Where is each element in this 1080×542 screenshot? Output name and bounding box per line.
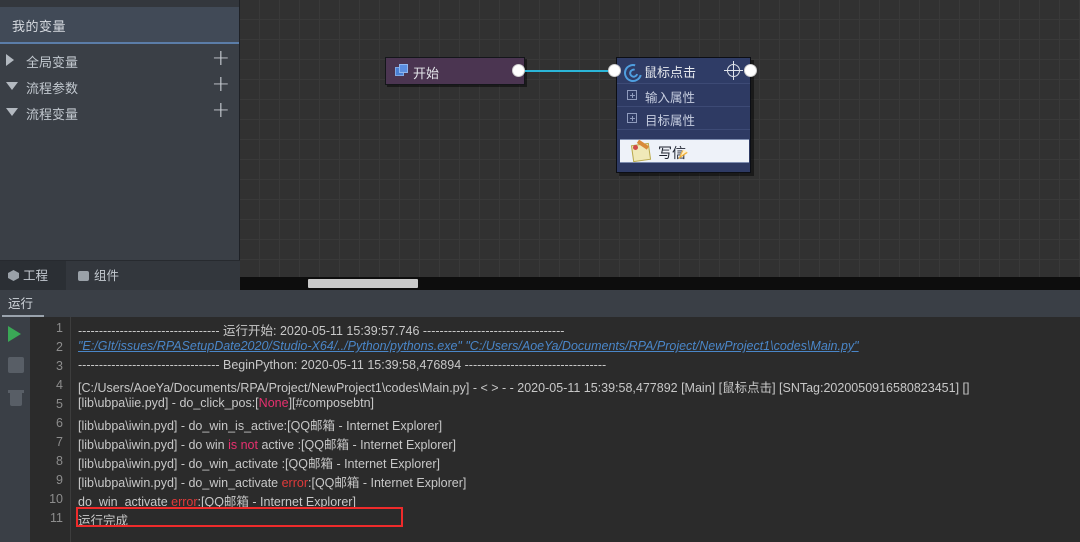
log-line-text: ---------------------------------- 运行开始:… xyxy=(78,324,565,338)
tree-row-global-variables[interactable]: 全局变量 + xyxy=(0,46,240,74)
log-line: 8 [lib\ubpa\iwin.pyd] - do_win_activate :… xyxy=(30,452,1080,471)
node-row-target-properties-label: 目标属性 xyxy=(645,114,696,128)
run-panel-toolbar xyxy=(0,317,30,542)
log-line-number: 6 xyxy=(56,416,63,430)
node-row-input-properties-label: 输入属性 xyxy=(645,91,696,105)
puzzle-icon xyxy=(78,271,89,281)
copy-pages-icon xyxy=(395,64,408,77)
add-flow-parameter-button[interactable]: + xyxy=(212,72,230,98)
log-line-number: 7 xyxy=(56,435,63,449)
log-line-text: [C:/Users/AoeYa/Documents/RPA/Project/Ne… xyxy=(78,381,970,395)
tree-row-flow-parameters[interactable]: 流程参数 + xyxy=(0,72,240,100)
chevron-down-icon[interactable] xyxy=(6,108,18,116)
left-panel-top-strip xyxy=(0,0,239,7)
log-line-number: 10 xyxy=(49,492,63,506)
log-line-text: [lib\ubpa\iwin.pyd] - do win is not acti… xyxy=(78,438,456,452)
node-mouse-click[interactable]: 鼠标点击 输入属性 目标属性 写信 xyxy=(616,57,751,173)
stop-icon[interactable] xyxy=(8,357,24,373)
plus-box-icon[interactable] xyxy=(627,113,637,123)
tab-components-label: 组件 xyxy=(94,269,120,283)
log-line: 4 [C:/Users/AoeYa/Documents/RPA/Project/N… xyxy=(30,376,1080,395)
tab-run[interactable]: 运行 xyxy=(8,293,33,312)
log-line-text: [lib\ubpa\iie.pyd] - do_click_pos:[None]… xyxy=(78,396,375,410)
plus-box-icon[interactable] xyxy=(627,90,637,100)
run-panel-tabbar: 运行 xyxy=(0,290,1080,317)
node-selected-item-write-mail[interactable]: 写信 xyxy=(620,139,749,163)
tree-label-global-variables: 全局变量 xyxy=(26,55,79,70)
play-icon[interactable] xyxy=(8,326,21,342)
log-line: 2 "E:/GIt/issues/RPASetupDate2020/Studio-… xyxy=(30,338,1080,357)
mouse-click-icon xyxy=(620,60,646,86)
tab-components[interactable]: 组件 xyxy=(66,261,176,291)
trash-icon[interactable] xyxy=(8,390,24,406)
log-line-text: ---------------------------------- Begin… xyxy=(78,358,607,372)
left-panel: 我的变量 全局变量 + 流程参数 + 流程变量 + 工程 组件 xyxy=(0,0,240,291)
click-node-input-port[interactable] xyxy=(608,64,621,77)
node-row-input-properties[interactable]: 输入属性 xyxy=(617,84,750,107)
log-line-number: 2 xyxy=(56,340,63,354)
chevron-right-icon[interactable] xyxy=(6,54,14,66)
log-line-text: [lib\ubpa\iwin.pyd] - do_win_is_active:[… xyxy=(78,419,443,433)
node-mouse-click-title: 鼠标点击 xyxy=(644,65,697,80)
node-row-target-properties[interactable]: 目标属性 xyxy=(617,107,750,130)
log-line-number: 9 xyxy=(56,473,63,487)
log-line: 5 [lib\ubpa\iie.pyd] - do_click_pos:[None… xyxy=(30,395,1080,414)
chevron-down-icon[interactable] xyxy=(6,82,18,90)
my-variables-title: 我的变量 xyxy=(12,19,67,34)
log-line-number: 3 xyxy=(56,359,63,373)
log-line: 6 [lib\ubpa\iwin.pyd] - do_win_is_active:… xyxy=(30,414,1080,433)
log-line-number: 11 xyxy=(50,511,63,525)
app-root: 我的变量 全局变量 + 流程参数 + 流程变量 + 工程 组件 开始 鼠标点击 … xyxy=(0,0,1080,542)
pencil-note-dot-icon xyxy=(633,145,638,150)
tab-project[interactable]: 工程 xyxy=(0,261,66,291)
add-global-variable-button[interactable]: + xyxy=(212,46,230,72)
run-panel: 运行 1 ---------------------------------- 运… xyxy=(0,290,1080,542)
click-node-output-port[interactable] xyxy=(744,64,757,77)
my-variables-header: 我的变量 xyxy=(0,7,239,44)
cube-icon xyxy=(8,270,19,281)
log-line-number: 8 xyxy=(56,454,63,468)
left-panel-tabbar: 工程 组件 xyxy=(0,260,240,291)
log-line-number: 1 xyxy=(56,321,63,335)
log-line: 9 [lib\ubpa\iwin.pyd] - do_win_activate e… xyxy=(30,471,1080,490)
log-error-highlight-box xyxy=(76,507,403,527)
tree-label-flow-parameters: 流程参数 xyxy=(26,81,79,96)
log-line-text: [lib\ubpa\iwin.pyd] - do_win_activate :[… xyxy=(78,457,440,471)
flow-canvas[interactable]: 开始 鼠标点击 输入属性 目标属性 写信 xyxy=(240,0,1080,277)
tree-row-flow-variables[interactable]: 流程变量 + xyxy=(0,98,240,126)
log-line: 3 ---------------------------------- Begi… xyxy=(30,357,1080,376)
tree-label-flow-variables: 流程变量 xyxy=(26,107,79,122)
node-start[interactable]: 开始 xyxy=(385,57,525,85)
log-line-text[interactable]: "E:/GIt/issues/RPASetupDate2020/Studio-X… xyxy=(78,339,859,353)
log-line-number: 4 xyxy=(56,378,63,392)
canvas-horizontal-scrollbar[interactable] xyxy=(240,277,1080,290)
node-mouse-click-header[interactable]: 鼠标点击 xyxy=(617,58,750,86)
log-line: 7 [lib\ubpa\iwin.pyd] - do win is not act… xyxy=(30,433,1080,452)
log-line-text: [lib\ubpa\iwin.pyd] - do_win_activate er… xyxy=(78,476,467,490)
log-line-number: 5 xyxy=(56,397,63,411)
log-output[interactable]: 1 ---------------------------------- 运行开始… xyxy=(30,317,1080,542)
node-start-title: 开始 xyxy=(413,66,440,81)
tab-project-label: 工程 xyxy=(23,269,49,283)
add-flow-variable-button[interactable]: + xyxy=(212,98,230,124)
connection-line xyxy=(525,70,616,72)
crosshair-icon[interactable] xyxy=(724,61,743,80)
log-line: 1 ---------------------------------- 运行开始… xyxy=(30,319,1080,338)
start-node-output-port[interactable] xyxy=(512,64,525,77)
canvas-scrollbar-thumb[interactable] xyxy=(308,279,418,288)
